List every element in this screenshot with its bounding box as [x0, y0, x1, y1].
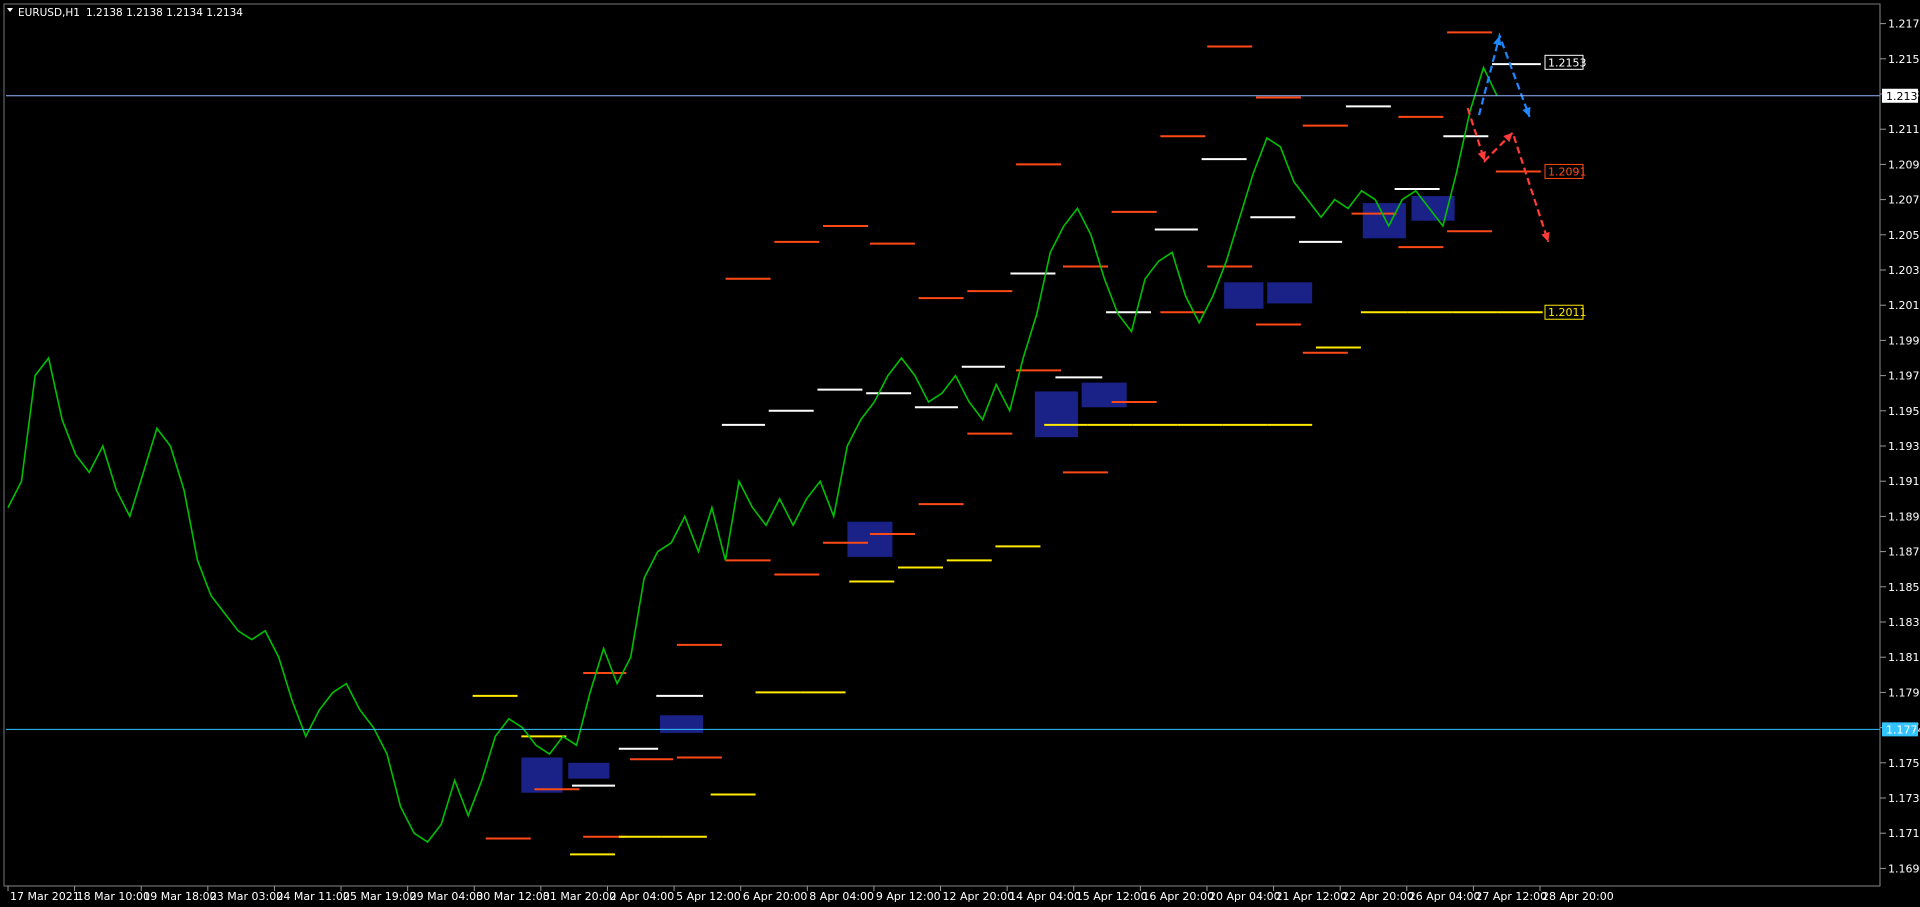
y-tick-label-8: 1.2015: [1888, 299, 1920, 312]
y-tick-label-10: 1.1975: [1888, 370, 1920, 383]
y-tick-label-1: 1.2155: [1888, 53, 1920, 66]
x-tick-label-10: 5 Apr 12:00: [676, 890, 741, 903]
trading-chart[interactable]: EURUSD,H1 1.2138 1.2138 1.2134 1.2134 1.…: [0, 0, 1920, 907]
zone-5: [1081, 382, 1127, 408]
level-tag-1: 1.2091: [1548, 165, 1587, 178]
zone-4: [1034, 391, 1078, 438]
x-tick-label-22: 27 Apr 12:00: [1475, 890, 1547, 903]
chart-header: EURUSD,H1 1.2138 1.2138 1.2134 1.2134: [7, 7, 243, 19]
x-tick-label-16: 15 Apr 12:00: [1076, 890, 1148, 903]
x-tick-label-7: 30 Mar 12:00: [476, 890, 549, 903]
y-tick-label-21: 1.1755: [1888, 757, 1920, 770]
x-tick-label-20: 22 Apr 20:00: [1342, 890, 1414, 903]
y-tick-label-11: 1.1955: [1888, 405, 1920, 418]
x-tick-label-13: 9 Apr 12:00: [876, 890, 941, 903]
y-tick-label-16: 1.1855: [1888, 581, 1920, 594]
y-tick-label-4: 1.2095: [1888, 158, 1920, 171]
y-tick-label-5: 1.2075: [1888, 194, 1920, 207]
x-tick-label-6: 29 Mar 04:00: [410, 890, 483, 903]
x-tick-label-1: 18 Mar 10:00: [77, 890, 150, 903]
x-tick-label-21: 26 Apr 04:00: [1409, 890, 1481, 903]
zone-8: [1362, 203, 1406, 239]
zone-1: [568, 762, 610, 779]
level-tag-2: 1.2011: [1548, 306, 1587, 319]
level-tag-0: 1.2153: [1548, 56, 1587, 69]
chart-background: [0, 0, 1920, 907]
x-tick-label-17: 16 Apr 20:00: [1142, 890, 1214, 903]
chart-svg[interactable]: EURUSD,H1 1.2138 1.2138 1.2134 1.2134 1.…: [0, 0, 1920, 907]
y-tick-label-6: 1.2055: [1888, 229, 1920, 242]
x-tick-label-14: 12 Apr 20:00: [943, 890, 1015, 903]
y-tick-label-17: 1.1835: [1888, 616, 1920, 629]
x-tick-label-23: 28 Apr 20:00: [1542, 890, 1614, 903]
current-price-tag: 1.2134: [1886, 90, 1920, 103]
zone-0: [521, 757, 563, 793]
zone-3: [847, 521, 893, 557]
x-tick-label-15: 14 Apr 04:00: [1009, 890, 1081, 903]
x-tick-label-8: 31 Mar 20:00: [543, 890, 616, 903]
y-tick-label-7: 1.2035: [1888, 264, 1920, 277]
ohlc-label: 1.2138 1.2138 1.2134 1.2134: [86, 7, 243, 19]
y-tick-label-0: 1.2175: [1888, 18, 1920, 31]
y-tick-label-9: 1.1995: [1888, 334, 1920, 347]
x-tick-label-18: 20 Apr 04:00: [1209, 890, 1281, 903]
zone-6: [1224, 282, 1264, 309]
x-tick-label-11: 6 Apr 20:00: [743, 890, 808, 903]
zone-7: [1267, 282, 1313, 304]
y-tick-label-3: 1.2115: [1888, 123, 1920, 136]
zone-2: [660, 715, 704, 733]
x-tick-label-5: 25 Mar 19:00: [343, 890, 416, 903]
x-tick-label-9: 2 Apr 04:00: [609, 890, 674, 903]
x-tick-label-2: 19 Mar 18:00: [143, 890, 216, 903]
y-tick-label-14: 1.1895: [1888, 510, 1920, 523]
y-tick-label-12: 1.1935: [1888, 440, 1920, 453]
x-tick-label-19: 21 Apr 12:00: [1276, 890, 1348, 903]
x-tick-label-12: 8 Apr 04:00: [809, 890, 874, 903]
symbol-label: EURUSD,H1: [18, 7, 80, 19]
x-tick-label-0: 17 Mar 2021: [10, 890, 80, 903]
y-tick-label-13: 1.1915: [1888, 475, 1920, 488]
x-tick-label-3: 23 Mar 03:00: [210, 890, 283, 903]
bid-price-tag: 1.1774: [1886, 723, 1920, 736]
y-tick-label-19: 1.1795: [1888, 686, 1920, 699]
y-tick-label-22: 1.1735: [1888, 792, 1920, 805]
y-tick-label-15: 1.1875: [1888, 546, 1920, 559]
y-tick-label-18: 1.1815: [1888, 651, 1920, 664]
x-tick-label-4: 24 Mar 11:00: [276, 890, 349, 903]
y-tick-label-24: 1.1695: [1888, 862, 1920, 875]
y-tick-label-23: 1.1715: [1888, 827, 1920, 840]
